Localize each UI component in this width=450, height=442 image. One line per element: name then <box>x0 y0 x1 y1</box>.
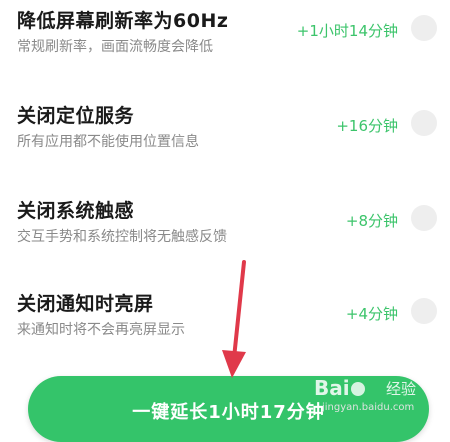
option-gain: +4分钟 <box>345 305 398 323</box>
option-haptics[interactable]: 关闭系统触感 交互手势和系统控制将无触感反馈 +8分钟 <box>0 196 450 266</box>
option-subtitle: 常规刷新率，画面流畅度会降低 <box>17 39 213 55</box>
option-subtitle: 所有应用都不能使用位置信息 <box>17 134 199 150</box>
option-gain: +8分钟 <box>345 212 398 230</box>
option-title: 降低屏幕刷新率为60Hz <box>17 10 229 32</box>
option-subtitle: 来通知时将不会再亮屏显示 <box>17 322 185 338</box>
jingyan-brand: 经验 <box>386 380 417 398</box>
option-location-service[interactable]: 关闭定位服务 所有应用都不能使用位置信息 +16分钟 <box>0 101 450 171</box>
battery-saver-screen: 降低屏幕刷新率为60Hz 常规刷新率，画面流畅度会降低 +1小时14分钟 关闭定… <box>0 0 450 442</box>
circle-check-icon[interactable] <box>411 298 437 324</box>
paw-icon <box>350 382 365 396</box>
baidu-logo-text: Bai <box>314 376 350 400</box>
option-gain: +1小时14分钟 <box>296 22 398 40</box>
option-title: 关闭通知时亮屏 <box>17 293 154 315</box>
option-refresh-rate[interactable]: 降低屏幕刷新率为60Hz 常规刷新率，画面流畅度会降低 +1小时14分钟 <box>0 6 450 76</box>
circle-check-icon[interactable] <box>411 110 437 136</box>
baidu-logo: Bai <box>314 376 366 400</box>
option-gain: +16分钟 <box>336 117 398 135</box>
circle-check-icon[interactable] <box>411 205 437 231</box>
circle-check-icon[interactable] <box>411 15 437 41</box>
baidu-jingyan-watermark: Bai 经验 jingyan.baidu.com <box>314 374 442 418</box>
watermark-url: jingyan.baidu.com <box>322 402 415 413</box>
option-title: 关闭系统触感 <box>17 200 135 222</box>
option-notification-wake[interactable]: 关闭通知时亮屏 来通知时将不会再亮屏显示 +4分钟 <box>0 289 450 359</box>
option-subtitle: 交互手势和系统控制将无触感反馈 <box>17 229 227 245</box>
option-title: 关闭定位服务 <box>17 105 135 127</box>
